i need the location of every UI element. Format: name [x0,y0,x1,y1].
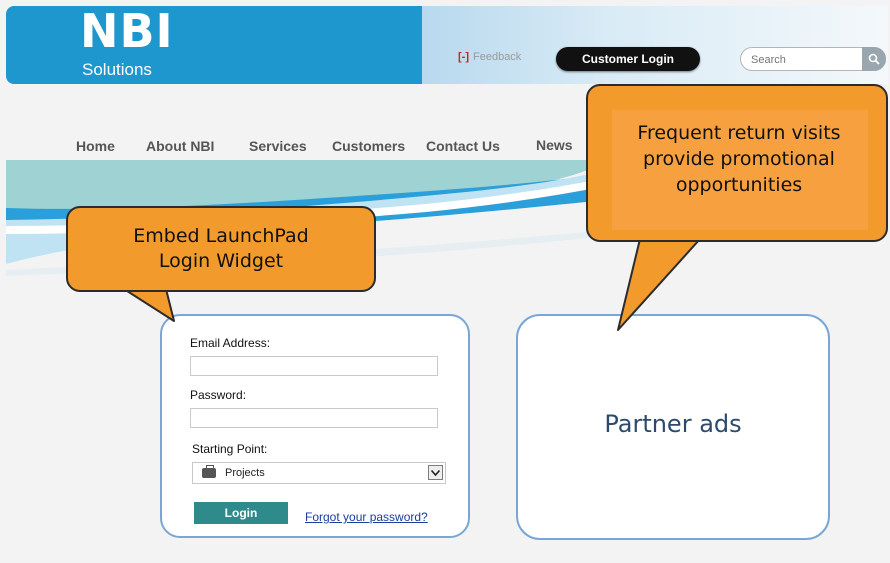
search-box [740,47,886,71]
starting-point-label: Starting Point: [192,442,268,456]
forgot-password-link[interactable]: Forgot your password? [305,510,428,524]
briefcase-icon [202,465,216,478]
callout-right-text: Frequent return visits provide promotion… [588,120,890,198]
customer-login-button[interactable]: Customer Login [556,47,700,71]
page: NBI Solutions [-] Feedback Customer Login… [0,0,890,563]
partner-ads-box: Partner ads [516,314,830,540]
nav-item-home[interactable]: Home [76,138,115,154]
starting-point-select[interactable]: Projects [192,462,446,484]
callout-right-line-1: Frequent return visits [637,122,841,144]
chevron-down-icon[interactable] [428,465,443,480]
nav-item-about[interactable]: About NBI [146,138,214,154]
header-utility-bar [422,6,888,84]
logo-subtitle: Solutions [82,60,152,79]
partner-ads-label: Partner ads [604,410,742,438]
password-label: Password: [190,388,247,402]
header-logo-bar [6,6,426,84]
login-widget: Email Address: Password: Starting Point:… [160,314,470,538]
feedback-icon: [-] [458,51,469,63]
search-icon [868,53,880,65]
callout-return-visits: Frequent return visits provide promotion… [586,84,888,242]
nav-item-contact[interactable]: Contact Us [426,138,500,154]
logo[interactable]: NBI [80,4,174,58]
search-button[interactable] [862,47,886,71]
login-button[interactable]: Login [194,502,288,524]
callout-left-line-2: Login Widget [158,250,284,272]
starting-point-value: Projects [225,467,265,479]
chevron-down-glyph [431,469,440,476]
callout-embed-widget: Embed LaunchPad Login Widget [66,206,376,292]
search-input[interactable] [749,51,863,69]
feedback-link[interactable]: [-] Feedback [458,51,521,63]
email-field[interactable] [190,356,438,376]
callout-right-line-2: provide promotional [643,148,835,170]
callout-left-line-1: Embed LaunchPad [133,225,309,247]
nav-item-news[interactable]: News [536,137,573,153]
nav-item-customers[interactable]: Customers [332,138,405,154]
password-field[interactable] [190,408,438,428]
nav-item-services[interactable]: Services [249,138,307,154]
email-label: Email Address: [190,336,271,350]
callout-right-line-3: opportunities [675,174,803,196]
feedback-label: Feedback [473,51,522,63]
